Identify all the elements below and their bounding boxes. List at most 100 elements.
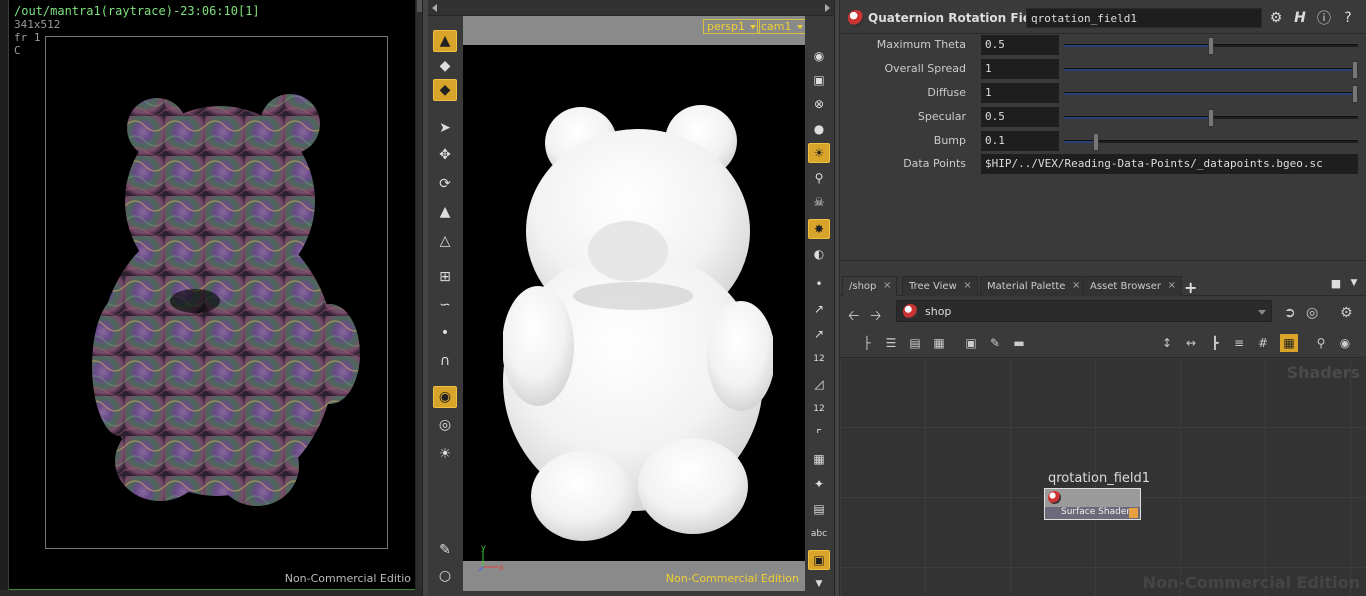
slider-handle[interactable] [1208, 109, 1214, 127]
prim-normal-icon[interactable]: ◿ [808, 374, 830, 394]
sticky-note-icon[interactable]: ✎ [986, 334, 1004, 352]
param-value-field[interactable]: 1 [981, 83, 1059, 103]
camera-select-menu[interactable]: cam1 [757, 19, 805, 34]
render-image-view[interactable]: /out/mantra1(raytrace)-23:06:10[1] 341x5… [9, 0, 415, 590]
point-normal-icon[interactable]: ↗ [808, 324, 830, 344]
transform-handle-icon[interactable]: △ [433, 230, 457, 252]
back-arrow-icon[interactable]: 🡠 [848, 305, 859, 329]
chevron-down-icon[interactable]: ▼ [1344, 273, 1364, 293]
light-probe-icon[interactable]: ⚲ [808, 168, 830, 188]
help-icon[interactable]: ? [1338, 8, 1358, 28]
hull-display-icon[interactable]: ▤ [808, 499, 830, 519]
render-region-icon[interactable]: ◉ [433, 386, 457, 408]
network-canvas[interactable]: Shaders qrotation_field1 Surface Shader … [840, 359, 1366, 596]
pose-tool-icon[interactable]: ◆ [433, 79, 457, 101]
tree-icon[interactable]: ├ [858, 334, 876, 352]
normal-display-icon[interactable]: ↗ [808, 299, 830, 319]
camera-snapshot-icon[interactable]: ◎ [433, 414, 457, 436]
scale-tool-icon[interactable]: ▲ [433, 201, 457, 223]
sphere-view-icon[interactable]: ○ [433, 565, 457, 587]
paint-brush-icon[interactable]: ✎ [433, 539, 457, 561]
houdini-help-icon[interactable]: H [1290, 8, 1310, 28]
network-path-field[interactable]: shop [896, 300, 1272, 322]
move-tool-icon[interactable]: ✥ [433, 144, 457, 166]
close-icon[interactable]: × [1072, 280, 1080, 291]
slider-handle[interactable] [1352, 61, 1358, 79]
slider-handle[interactable] [1352, 85, 1358, 103]
tab-asset-browser[interactable]: Asset Browser × [1083, 276, 1183, 296]
view-handle-icon[interactable]: ◆ [433, 55, 457, 77]
visibility-icon[interactable]: ◐ [808, 244, 830, 264]
slider-handle[interactable] [1093, 133, 1099, 151]
network-box-icon[interactable]: ▬ [1010, 334, 1028, 352]
param-slider[interactable] [1064, 109, 1358, 127]
eye-icon[interactable]: ◉ [1336, 334, 1354, 352]
search-icon[interactable]: ⚲ [1312, 334, 1330, 352]
shader-node[interactable]: Surface Shader [1044, 488, 1141, 520]
headlight-icon[interactable]: ☀ [808, 143, 830, 163]
vertex-display-icon[interactable]: ✦ [808, 474, 830, 494]
skull-icon[interactable]: ☠ [808, 192, 830, 212]
close-icon[interactable]: × [883, 280, 891, 291]
show-grid-icon[interactable]: ▦ [1280, 334, 1298, 352]
name-display-icon[interactable]: abc [808, 524, 830, 544]
param-value-field[interactable]: 1 [981, 59, 1059, 79]
info-icon[interactable]: ⓘ [1314, 8, 1334, 28]
tab-scroll-right-icon[interactable] [825, 4, 830, 12]
3d-viewport[interactable]: persp1 cam1 Non-Commercial Edition y x [463, 16, 805, 591]
render-pane-scroll-edge[interactable] [415, 0, 422, 596]
display-flag-icon[interactable] [1129, 508, 1138, 518]
details-view-icon[interactable]: ▤ [906, 334, 924, 352]
tab-shop[interactable]: /shop × [842, 276, 898, 296]
lock-icon[interactable]: ▣ [808, 70, 830, 90]
tab-tree-view[interactable]: Tree View × [902, 276, 978, 296]
rotate-tool-icon[interactable]: ⟳ [433, 173, 457, 195]
link-icon[interactable]: ◎ [1306, 305, 1318, 321]
align-horizontal-icon[interactable]: ↔ [1182, 334, 1200, 352]
chevron-down-icon[interactable] [1258, 310, 1266, 315]
profile-curve-icon[interactable]: ⌜ [808, 424, 830, 444]
list-view-icon[interactable]: ☰ [882, 334, 900, 352]
param-slider[interactable] [1064, 85, 1358, 103]
pane-resize-handle[interactable] [840, 260, 1366, 268]
distribute-icon[interactable]: ≡ [1230, 334, 1248, 352]
select-arrow-icon[interactable]: ➤ [433, 117, 457, 139]
parameter-spreadsheet-icon[interactable]: ▣ [962, 334, 980, 352]
tab-scroll-left-icon[interactable] [432, 4, 437, 12]
point-display-icon[interactable]: • [808, 274, 830, 294]
param-slider[interactable] [1064, 61, 1358, 79]
data-points-path-field[interactable]: $HIP/../VEX/Reading-Data-Points/_datapoi… [981, 154, 1358, 174]
align-vertical-icon[interactable]: ↕ [1158, 334, 1176, 352]
close-icon[interactable]: × [963, 280, 971, 291]
param-slider[interactable] [1064, 37, 1358, 55]
pane-layout-icon[interactable]: ■ [1326, 273, 1346, 293]
handle-tool-icon[interactable]: ▲ [433, 30, 457, 52]
ghost-icon[interactable]: ⊗ [808, 94, 830, 114]
pin-icon[interactable]: ➲ [1284, 305, 1296, 321]
gear-icon[interactable]: ⚙ [1266, 8, 1286, 28]
grid-snap-icon[interactable]: # [1254, 334, 1272, 352]
point-number-icon[interactable]: 12 [808, 349, 830, 369]
add-tab-icon[interactable]: + [1184, 278, 1197, 297]
param-value-field[interactable]: 0.5 [981, 107, 1059, 127]
shading-sphere-icon[interactable]: ● [808, 119, 830, 139]
display-options-icon[interactable]: ✸ [808, 219, 830, 239]
snap-curve-icon[interactable]: ∽ [433, 294, 457, 316]
bounding-box-icon[interactable]: ▦ [808, 449, 830, 469]
tab-material-palette[interactable]: Material Palette × [980, 276, 1087, 296]
snap-point-icon[interactable]: • [433, 322, 457, 344]
grid-view-icon[interactable]: ▦ [930, 334, 948, 352]
eye-icon[interactable]: ◉ [808, 46, 830, 66]
gear-icon[interactable]: ⚙ [1340, 305, 1353, 321]
param-value-field[interactable]: 0.1 [981, 131, 1059, 151]
param-value-field[interactable]: 0.5 [981, 35, 1059, 55]
snap-grid-icon[interactable]: ⊞ [433, 266, 457, 288]
background-image-icon[interactable]: ▣ [808, 550, 830, 570]
close-icon[interactable]: × [1168, 280, 1176, 291]
chevron-down-icon[interactable]: ▼ [808, 574, 830, 594]
magnet-icon[interactable]: ∩ [433, 350, 457, 372]
node-name-field[interactable]: qrotation_field1 [1026, 8, 1262, 28]
slider-handle[interactable] [1208, 37, 1214, 55]
camera-view-menu[interactable]: persp1 [703, 19, 760, 34]
param-slider[interactable] [1064, 133, 1358, 151]
